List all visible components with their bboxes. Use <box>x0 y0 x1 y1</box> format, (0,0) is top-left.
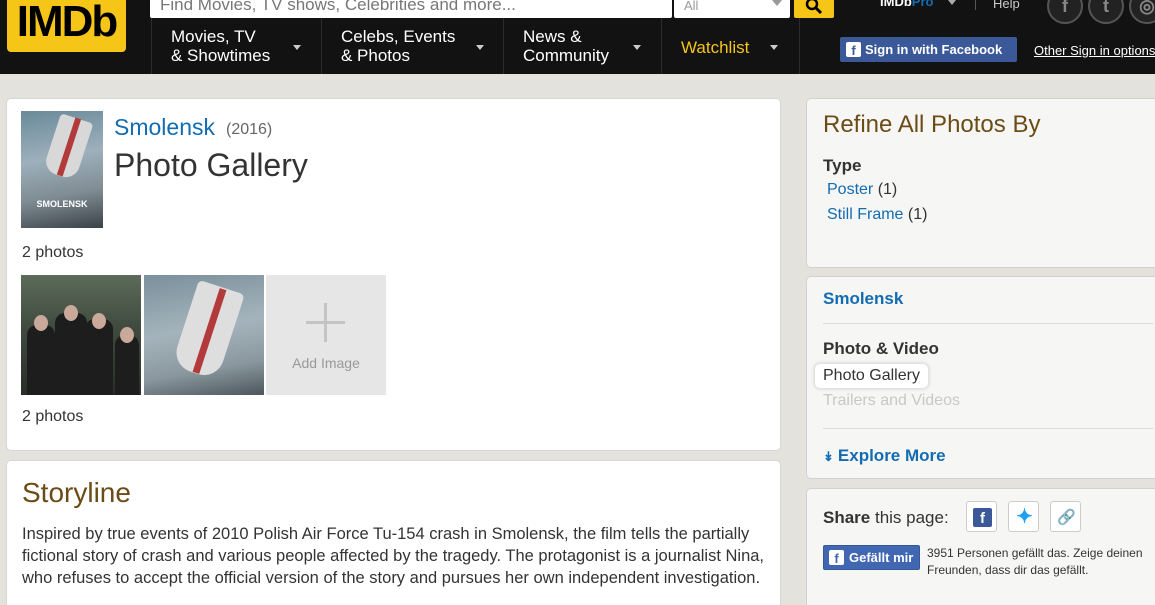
explore-more-link[interactable]: ↡ Explore More <box>823 446 946 466</box>
imdbpro-link[interactable]: IMDbPro <box>880 0 933 9</box>
photo-count: 2 photos <box>22 244 84 261</box>
like-count-text: 3951 Personen gefällt das. Zeige deinen … <box>927 546 1143 577</box>
photo-video-label: Photo & Video <box>823 339 939 358</box>
photo-gallery-panel: SMOLENSK Smolensk (2016) Photo Gallery 2… <box>6 98 781 451</box>
refine-item-still-frame: Still Frame (1) <box>827 206 927 224</box>
refine-count: (1) <box>907 206 928 223</box>
like-label: Gefällt mir <box>849 550 914 565</box>
add-image-button[interactable]: Add Image <box>266 275 386 395</box>
facebook-signin-label: Sign in with Facebook <box>865 42 1003 57</box>
nav-movies-tv-showtimes[interactable]: Movies, TV & Showtimes <box>151 18 321 74</box>
chevron-down-icon <box>770 45 778 50</box>
facebook-signin-button[interactable]: f Sign in with Facebook <box>840 37 1017 62</box>
refine-item-poster: Poster (1) <box>827 181 897 199</box>
share-label: Share this page: <box>823 508 949 528</box>
refine-count: (1) <box>877 181 898 198</box>
twitter-icon[interactable]: t <box>1088 0 1124 24</box>
thumb-face <box>92 313 106 329</box>
movie-year: (2016) <box>226 121 273 138</box>
facebook-like-button[interactable]: f Gefällt mir <box>823 545 920 570</box>
double-chevron-down-icon: ↡ <box>823 449 834 464</box>
divider <box>823 323 1153 324</box>
imdbpro-brand: IMDb <box>880 0 912 9</box>
nav-celebs-events-photos[interactable]: Celebs, Events & Photos <box>321 18 503 74</box>
imdb-logo[interactable]: IMDb <box>7 0 126 52</box>
related-movie-link[interactable]: Smolensk <box>823 289 903 309</box>
share-twitter-button[interactable]: ✦ <box>1008 501 1039 532</box>
other-signin-link[interactable]: Other Sign in options <box>1034 43 1155 58</box>
share-label-bold: Share <box>823 508 871 527</box>
search-icon <box>805 0 823 15</box>
search-category-select[interactable]: All <box>674 0 790 18</box>
nav-watchlist[interactable]: Watchlist <box>661 18 800 74</box>
link-icon: 🔗 <box>1057 508 1076 527</box>
plus-icon <box>324 303 327 342</box>
instagram-icon[interactable]: ◎ <box>1129 0 1155 24</box>
refine-link-poster[interactable]: Poster <box>827 181 873 198</box>
refine-photos-panel: Refine All Photos By Type Poster (1) Sti… <box>806 98 1155 268</box>
search-input[interactable]: Find Movies, TV shows, Celebrities and m… <box>150 0 672 18</box>
nav-watchlist-label: Watchlist <box>681 38 750 57</box>
twitter-icon: ✦ <box>1015 506 1034 528</box>
chevron-down-icon <box>772 0 782 6</box>
facebook-icon: f <box>973 508 992 527</box>
top-navbar: IMDb Find Movies, TV shows, Celebrities … <box>0 0 1155 74</box>
storyline-heading: Storyline <box>22 477 131 508</box>
refine-heading: Refine All Photos By <box>823 111 1041 138</box>
nav-news-community[interactable]: News & Community <box>503 18 661 74</box>
trailers-videos-item: Trailers and Videos <box>823 392 960 409</box>
photo-thumbnail[interactable] <box>21 275 141 395</box>
divider <box>823 428 1153 429</box>
related-links-panel: Smolensk Photo & Video Photo Gallery Tra… <box>806 276 1155 479</box>
add-image-label: Add Image <box>292 355 360 371</box>
storyline-panel: Storyline Inspired by true events of 201… <box>6 460 781 605</box>
nav-celebs-line-1: Celebs, Events <box>341 27 456 46</box>
thumb-face <box>34 315 48 331</box>
share-facebook-button[interactable]: f <box>966 501 997 532</box>
movie-poster[interactable]: SMOLENSK <box>21 111 103 228</box>
page-title: Photo Gallery <box>114 147 308 183</box>
type-label: Type <box>823 156 862 175</box>
thumb-figure <box>27 325 55 395</box>
photo-gallery-current-item[interactable]: Photo Gallery <box>814 363 929 389</box>
search-button[interactable] <box>794 0 834 18</box>
help-link[interactable]: Help <box>993 0 1020 11</box>
chevron-down-icon <box>476 45 484 50</box>
photo-thumbnail[interactable] <box>144 275 264 395</box>
facebook-icon: f <box>829 550 844 566</box>
photo-count: 2 photos <box>22 408 84 425</box>
facebook-icon: f <box>846 42 861 58</box>
thumb-figure <box>55 313 87 395</box>
imdbpro-pro: Pro <box>911 0 934 9</box>
search-category-value: All <box>684 0 699 13</box>
nav-movies-line-1: Movies, TV <box>171 27 256 46</box>
thumb-face <box>64 305 78 321</box>
facebook-icon[interactable]: f <box>1047 0 1083 24</box>
refine-link-still-frame[interactable]: Still Frame <box>827 206 903 223</box>
share-label-rest: this page: <box>870 508 949 527</box>
chevron-down-icon <box>948 0 956 5</box>
explore-more-label: Explore More <box>837 446 946 465</box>
share-panel: Share this page: f ✦ 🔗 f Gefällt mir 395… <box>806 488 1155 605</box>
header-divider <box>975 0 976 10</box>
movie-title-link[interactable]: Smolensk <box>114 114 215 141</box>
chevron-down-icon <box>633 45 641 50</box>
nav-news-line-1: News & <box>523 27 582 46</box>
share-link-button[interactable]: 🔗 <box>1050 501 1081 532</box>
thumb-figure <box>85 319 113 395</box>
poster-title: SMOLENSK <box>36 199 88 209</box>
storyline-text: Inspired by true events of 2010 Polish A… <box>22 525 765 587</box>
chevron-down-icon <box>293 45 301 50</box>
thumb-face <box>120 327 134 343</box>
thumb-figure <box>115 335 139 395</box>
